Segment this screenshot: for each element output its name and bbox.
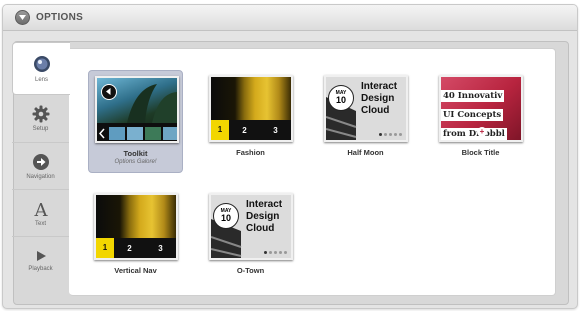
sidebar-item-text[interactable]: A Text (12, 189, 69, 236)
pager-dots (379, 133, 402, 136)
sidebar-item-label: Lens (34, 77, 48, 83)
plus-icon: + (477, 127, 487, 137)
sidebar-item-label: Text (34, 220, 46, 227)
lens-tile-vertical-nav[interactable]: 1 2 3 Vertical Nav (88, 188, 183, 291)
svg-text:A: A (33, 200, 48, 218)
title-line: Interact (246, 199, 283, 210)
title-line: Design (361, 93, 395, 104)
sidebar-item-playback[interactable]: Playback (12, 236, 69, 283)
sidebar-item-navigation[interactable]: Navigation (12, 142, 69, 189)
lens-tile-toolkit[interactable]: Toolkit Options Galore! (88, 70, 183, 173)
title-lines: Interact Design Cloud (246, 199, 282, 235)
number-1: 1 (96, 238, 114, 258)
title-line: from Dribbbl (441, 128, 507, 140)
play-icon (36, 250, 46, 261)
title-line: 40 Innovativ (441, 90, 505, 102)
lens-tile-half-moon[interactable]: MAY 10 Interact Design Cloud Half Moon (318, 70, 413, 173)
fashion-thumbnail: 1 2 3 (209, 75, 293, 142)
lens-icon (33, 56, 50, 72)
number-bar: 1 2 3 (96, 238, 176, 258)
lens-label: Fashion (236, 148, 265, 157)
number-2: 2 (242, 125, 247, 135)
gear-icon (32, 105, 49, 123)
title-line: Interact (361, 81, 398, 92)
arrow-right-circle-icon (32, 153, 49, 170)
lens-label: Vertical Nav (114, 266, 157, 275)
sidebar-item-setup[interactable]: Setup (12, 95, 69, 142)
number-3: 3 (273, 125, 278, 135)
title-line: Design (246, 211, 280, 222)
date-badge: MAY 10 (213, 203, 239, 229)
sidebar-item-label: Setup (32, 126, 49, 132)
text-a-icon: A (33, 200, 48, 218)
date-day: 10 (220, 213, 231, 223)
back-arrow-icon (101, 84, 117, 100)
title-line: Cloud (361, 105, 390, 116)
lens-label: Half Moon (347, 148, 384, 157)
number-2: 2 (127, 243, 132, 253)
sidebar-item-label: Playback (28, 265, 53, 272)
number-bar: 1 2 3 (211, 120, 291, 140)
title-lines: Interact Design Cloud (361, 81, 397, 117)
collapse-icon[interactable] (15, 10, 30, 25)
half-moon-thumbnail: MAY 10 Interact Design Cloud (324, 75, 408, 142)
sidebar: Lens Setup Navigation A Text Playback (12, 42, 70, 283)
date-day: 10 (335, 95, 346, 105)
o-town-thumbnail: MAY 10 Interact Design Cloud (209, 193, 293, 260)
lens-tile-o-town[interactable]: MAY 10 Interact Design Cloud O-Town (203, 188, 298, 291)
lens-subtitle: Options Galore! (114, 159, 157, 165)
block-title-thumbnail: 40 Innovativ UI Concepts from Dribbbl + (439, 75, 523, 142)
panel-title: OPTIONS (36, 12, 84, 23)
number-3: 3 (158, 243, 163, 253)
number-1: 1 (211, 120, 229, 140)
lens-label: Toolkit (123, 149, 148, 158)
lens-label: O-Town (236, 266, 265, 275)
toolkit-thumbnail (95, 76, 179, 143)
sidebar-item-lens[interactable]: Lens (12, 42, 70, 95)
lens-tile-fashion[interactable]: 1 2 3 Fashion (203, 70, 298, 173)
lens-label: Block Title (461, 148, 500, 157)
lens-gallery: Toolkit Options Galore! 1 2 3 Fashion MA… (69, 48, 556, 296)
options-header[interactable]: OPTIONS (3, 5, 577, 31)
sidebar-item-label: Navigation (26, 173, 55, 180)
lens-tile-block-title[interactable]: 40 Innovativ UI Concepts from Dribbbl + … (433, 70, 528, 173)
date-badge: MAY 10 (328, 85, 354, 111)
title-line: Cloud (246, 223, 275, 234)
vertical-nav-thumbnail: 1 2 3 (94, 193, 178, 260)
pager-dots (264, 251, 287, 254)
title-line: UI Concepts (441, 109, 504, 121)
